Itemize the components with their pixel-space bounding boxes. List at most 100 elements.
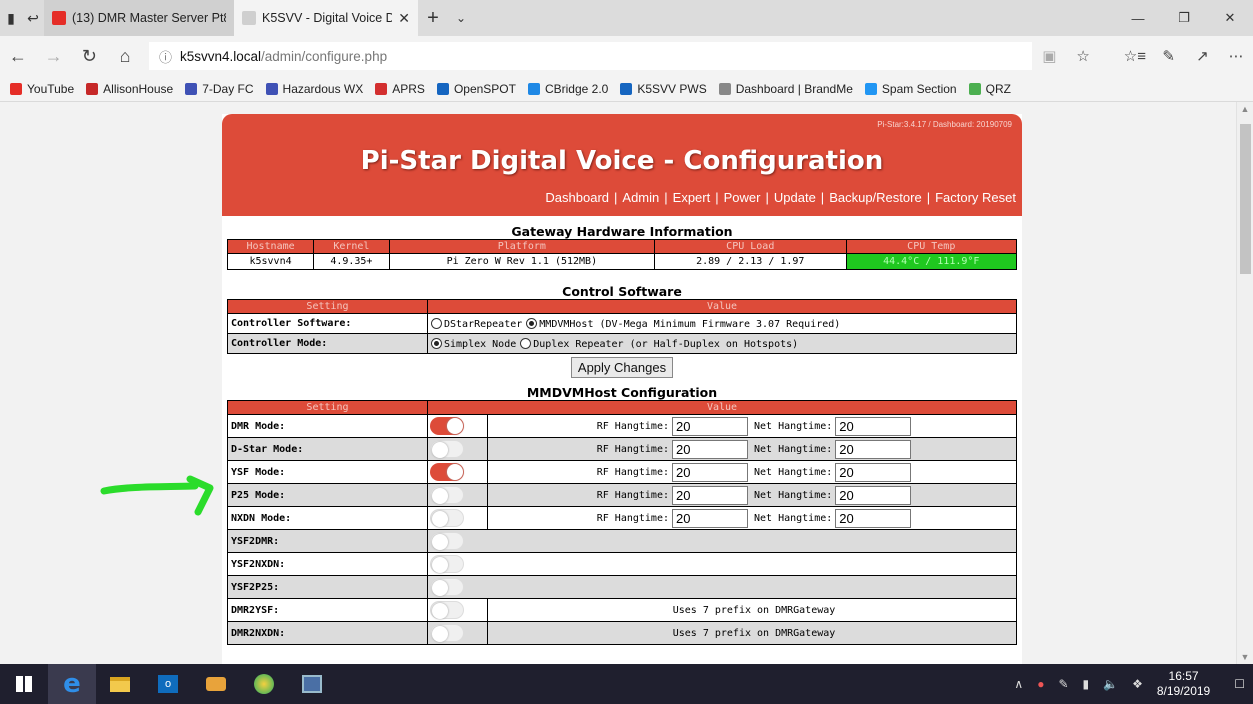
mmdvm-row: NXDN Mode: RF Hangtime: 20 Net Hangtime: 20 [227,506,1017,530]
radio-button[interactable] [526,317,538,329]
control-label: Controller Software: [227,313,428,334]
clock[interactable]: 16:57 8/19/2019 [1157,669,1210,699]
nav-link-1[interactable]: Admin [622,190,659,205]
mode-toggle[interactable] [430,509,464,527]
nav-link-0[interactable]: Dashboard [545,190,609,205]
url-field[interactable]: ⓘ k5svvn4.local/admin/configure.php [148,42,1033,70]
share-icon[interactable]: ↗ [1185,47,1219,65]
mode-toggle[interactable] [430,624,464,642]
rf-hangtime-input[interactable]: 20 [672,439,748,459]
favorite-label: QRZ [985,81,1011,96]
nav-link-3[interactable]: Power [724,190,761,205]
app-icon-1[interactable] [192,664,240,704]
mode-toggle[interactable] [430,578,464,596]
favorite-5[interactable]: OpenSPOT [436,82,516,96]
gateway-header: Kernel [313,239,390,254]
tray-app-icon[interactable]: ● [1037,677,1044,691]
favorite-3[interactable]: Hazardous WX [265,82,363,96]
favorite-10[interactable]: QRZ [968,81,1011,96]
favorite-6[interactable]: CBridge 2.0 [527,82,608,96]
net-hangtime-input[interactable]: 20 [835,416,912,436]
mode-toggle[interactable] [430,463,464,481]
nav-link-2[interactable]: Expert [673,190,711,205]
rf-hangtime-input[interactable]: 20 [672,416,748,436]
browser-tab-1[interactable]: K5SVV - Digital Voice D ✕ [234,0,418,36]
rf-hangtime-input[interactable]: 20 [672,462,748,482]
favorite-favicon-icon [620,82,633,95]
net-hangtime-input[interactable]: 20 [835,508,912,528]
outlook-icon[interactable]: o [144,664,192,704]
address-toolbar: ← → ↻ ⌂ ⓘ k5svvn4.local/admin/configure.… [0,36,1253,76]
volume-icon[interactable]: 🔈 [1103,677,1118,691]
tab-back-icon[interactable]: ↩ [22,0,44,36]
mode-toggle[interactable] [430,486,464,504]
nav-link-4[interactable]: Update [774,190,816,205]
pen-tray-icon[interactable]: ✎ [1058,677,1068,691]
edge-icon[interactable]: e [48,664,96,704]
nav-link-6[interactable]: Factory Reset [935,190,1016,205]
mode-toggle[interactable] [430,440,464,458]
close-window-icon[interactable]: ✕ [1207,0,1253,36]
hangtime-group: RF Hangtime: 20 Net Hangtime: 20 [492,485,1016,505]
radio-button[interactable] [431,337,442,349]
nav-link-5[interactable]: Backup/Restore [829,190,922,205]
close-tab-icon[interactable]: ✕ [398,10,410,27]
battery-icon[interactable]: ▮ [1083,677,1090,691]
favorite-1[interactable]: AllisonHouse [86,82,173,96]
col-setting: Setting [227,299,428,314]
control-row: Controller Software: DStarRepeater MMDVMHo… [227,313,1017,334]
tab-actions-icon[interactable]: ▮ [0,0,22,36]
favorite-4[interactable]: APRS [375,82,425,96]
forward-icon[interactable]: → [36,46,72,67]
favorites-hub-icon[interactable]: ☆≡ [1118,47,1152,65]
hangtime-group: RF Hangtime: 20 Net Hangtime: 20 [492,508,1016,528]
mode-toggle[interactable] [430,601,464,619]
reading-view-icon[interactable]: ▣ [1032,47,1066,65]
start-icon[interactable] [0,664,48,704]
net-hangtime-label: Net Hangtime: [754,466,833,478]
home-icon[interactable]: ⌂ [107,46,143,67]
tray-expand-icon[interactable]: ∧ [1014,677,1023,691]
rf-hangtime-input[interactable]: 20 [672,485,748,505]
net-hangtime-input[interactable]: 20 [835,439,912,459]
toggle-knob [432,580,448,596]
notifications-icon[interactable]: ☐ [1234,677,1245,691]
favorite-7[interactable]: K5SVV PWS [620,82,707,96]
favorite-0[interactable]: YouTube [10,82,74,96]
minimize-icon[interactable]: — [1115,0,1161,36]
rf-hangtime-input[interactable]: 20 [672,508,748,528]
favorite-9[interactable]: Spam Section [864,82,957,96]
new-tab-icon[interactable]: + [418,0,448,36]
app-icon-3[interactable] [288,664,336,704]
refresh-icon[interactable]: ↻ [71,46,107,67]
browser-tab-0[interactable]: (13) DMR Master Server Pt8 [44,0,234,36]
file-explorer-icon[interactable] [96,664,144,704]
net-hangtime-input[interactable]: 20 [835,462,912,482]
scroll-up-icon[interactable]: ▲ [1237,104,1253,114]
pen-icon[interactable]: ✎ [1152,47,1186,65]
mode-toggle[interactable] [430,532,464,550]
net-hangtime-input[interactable]: 20 [835,485,912,505]
favorite-8[interactable]: Dashboard | BrandMe [718,82,853,96]
mode-toggle[interactable] [430,417,464,435]
back-icon[interactable]: ← [0,46,36,67]
dropbox-icon[interactable]: ❖ [1132,677,1143,691]
favorite-2[interactable]: 7-Day FC [185,82,254,96]
favorite-star-icon[interactable]: ☆ [1066,47,1100,65]
nav-separator: | [926,190,931,205]
chevron-down-icon[interactable]: ⌄ [448,0,474,36]
mmdvm-row: P25 Mode: RF Hangtime: 20 Net Hangtime: 20 [227,483,1017,507]
version-text: Pi-Star:3.4.17 / Dashboard: 20190709 [877,120,1012,129]
app-icon-2[interactable] [240,664,288,704]
radio-button[interactable] [431,317,442,329]
scroll-down-icon[interactable]: ▼ [1237,652,1253,662]
apply-changes-button[interactable]: Apply Changes [570,357,674,378]
youtube-favicon-icon [52,11,66,25]
scroll-thumb[interactable] [1240,124,1251,274]
radio-button[interactable] [520,337,532,349]
info-icon[interactable]: ⓘ [159,47,172,66]
more-icon[interactable]: ⋯ [1219,47,1253,65]
vertical-scrollbar[interactable]: ▲ ▼ [1236,102,1253,664]
mode-toggle[interactable] [430,555,464,573]
restore-icon[interactable]: ❐ [1161,0,1207,36]
